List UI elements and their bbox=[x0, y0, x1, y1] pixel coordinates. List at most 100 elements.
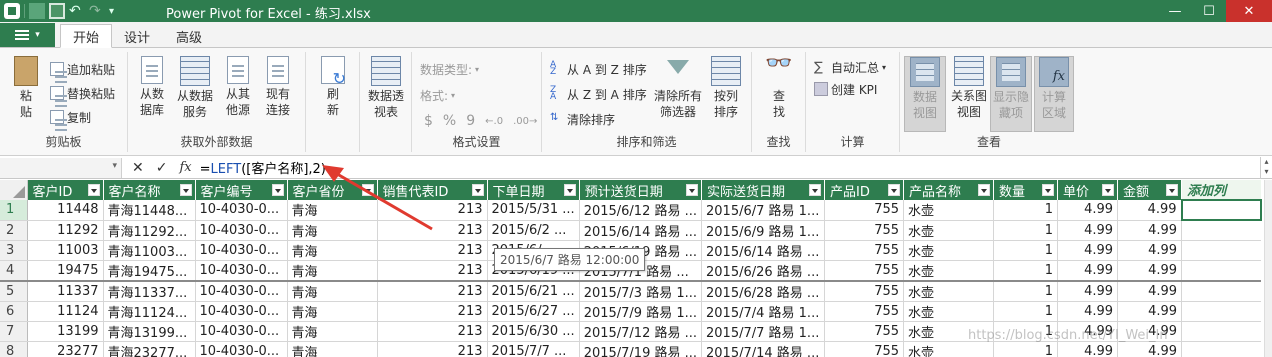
formula-input[interactable]: =LEFT([客户名称],2) bbox=[200, 158, 326, 177]
sort-by-column-button[interactable]: 按列 排序 bbox=[706, 56, 746, 120]
table-cell[interactable]: 755 bbox=[824, 341, 905, 357]
column-header[interactable]: 下单日期 bbox=[487, 180, 580, 200]
copy-button[interactable]: 复制 bbox=[50, 108, 91, 126]
table-cell[interactable]: 755 bbox=[824, 200, 905, 221]
sort-z-to-a-button[interactable]: ZA 从 Z 到 A 排序 bbox=[550, 85, 647, 103]
from-database-button[interactable]: 从数 据库 bbox=[134, 56, 170, 118]
table-cell[interactable]: 2015/7/7 路易 1... bbox=[701, 321, 826, 342]
table-cell[interactable]: 755 bbox=[824, 260, 905, 281]
column-header[interactable]: 客户编号 bbox=[195, 180, 288, 200]
table-cell[interactable]: 2015/6/27 ... bbox=[487, 301, 580, 322]
find-button[interactable]: 查 找 bbox=[762, 56, 796, 120]
table-cell[interactable]: 2015/7/12 路易 ... bbox=[579, 321, 703, 342]
table-cell[interactable]: 213 bbox=[377, 260, 488, 281]
qat-customize-icon[interactable]: ▾ bbox=[109, 6, 114, 17]
column-filter-icon[interactable] bbox=[686, 184, 699, 196]
tab-design[interactable]: 设计 bbox=[112, 24, 162, 48]
table-cell[interactable]: 11337 bbox=[27, 279, 104, 302]
column-filter-icon[interactable] bbox=[1102, 184, 1115, 196]
table-cell[interactable]: 4.99 bbox=[1057, 200, 1119, 221]
table-cell[interactable]: 2015/7/3 路易 1... bbox=[579, 279, 703, 302]
table-cell[interactable]: 4.99 bbox=[1057, 240, 1119, 261]
from-other-sources-button[interactable]: 从其 他源 bbox=[220, 56, 256, 118]
autosum-button[interactable]: ∑ 自动汇总 ▾ bbox=[814, 58, 886, 76]
table-cell[interactable]: 4.99 bbox=[1057, 260, 1119, 281]
close-button[interactable]: ✕ bbox=[1226, 0, 1272, 22]
column-header[interactable]: 客户ID bbox=[27, 180, 104, 200]
table-cell[interactable]: 水壶 bbox=[903, 200, 995, 221]
file-menu-button[interactable]: ▾ bbox=[0, 23, 55, 47]
table-cell[interactable]: 水壶 bbox=[903, 220, 995, 241]
diagram-view-button[interactable]: 关系图 视图 bbox=[948, 56, 990, 120]
insert-function-icon[interactable]: fx bbox=[179, 160, 191, 175]
table-cell[interactable]: 10-4030-0... bbox=[195, 279, 288, 302]
add-column-cell[interactable] bbox=[1181, 301, 1261, 322]
format-dropdown[interactable]: 格式: ▾ bbox=[420, 86, 455, 104]
table-cell[interactable]: 2015/6/14 路易 ... bbox=[579, 220, 703, 241]
powerpivot-app-icon[interactable] bbox=[4, 3, 20, 19]
column-filter-icon[interactable] bbox=[978, 184, 991, 196]
table-cell[interactable]: 青海 bbox=[287, 240, 378, 261]
table-cell[interactable]: 213 bbox=[377, 341, 488, 357]
table-cell[interactable]: 2015/6/14 路易 ... bbox=[701, 240, 826, 261]
column-header[interactable]: 客户名称 bbox=[103, 180, 196, 200]
add-column-cell[interactable] bbox=[1180, 199, 1262, 221]
table-cell[interactable]: 2015/6/7 路易 1... bbox=[701, 200, 826, 221]
table-cell[interactable]: 4.99 bbox=[1057, 220, 1119, 241]
increase-decimal-icon[interactable]: ←.0 bbox=[485, 116, 503, 127]
table-cell[interactable]: 青海 bbox=[287, 200, 378, 221]
refresh-button[interactable]: 刷 新 bbox=[316, 56, 350, 118]
column-header[interactable]: 销售代表ID bbox=[377, 180, 488, 200]
table-cell[interactable]: 青海 bbox=[287, 301, 378, 322]
select-all-corner[interactable] bbox=[0, 180, 28, 200]
table-cell[interactable]: 水壶 bbox=[903, 341, 995, 357]
percent-button[interactable]: % bbox=[443, 113, 456, 129]
table-cell[interactable]: 4.99 bbox=[1117, 260, 1183, 281]
table-cell[interactable]: 2015/6/9 路易 1... bbox=[701, 220, 826, 241]
table-cell[interactable]: 2015/6/21 ... bbox=[487, 279, 580, 302]
table-cell[interactable]: 青海 bbox=[287, 220, 378, 241]
table-cell[interactable]: 11448 bbox=[27, 200, 104, 221]
row-number[interactable]: 8 bbox=[0, 341, 28, 357]
add-column-cell[interactable] bbox=[1181, 220, 1261, 241]
table-cell[interactable]: 10-4030-0... bbox=[195, 341, 288, 357]
row-number[interactable]: 2 bbox=[0, 220, 28, 241]
tab-home[interactable]: 开始 bbox=[60, 24, 113, 48]
excel-switch-icon[interactable] bbox=[29, 3, 45, 19]
column-header[interactable]: 产品ID bbox=[824, 180, 905, 200]
table-cell[interactable]: 青海23277... bbox=[103, 341, 196, 357]
table-cell[interactable]: 2015/7/19 路易 ... bbox=[579, 341, 703, 357]
column-filter-icon[interactable] bbox=[471, 184, 484, 196]
table-cell[interactable]: 2015/5/31 ... bbox=[487, 200, 580, 221]
vertical-scrollbar[interactable] bbox=[1264, 180, 1272, 357]
table-cell[interactable]: 213 bbox=[377, 301, 488, 322]
table-cell[interactable]: 2015/7/14 路易 ... bbox=[701, 341, 826, 357]
cancel-formula-icon[interactable]: ✕ bbox=[132, 160, 144, 176]
column-filter-icon[interactable] bbox=[87, 184, 100, 196]
table-cell[interactable]: 4.99 bbox=[1117, 220, 1183, 241]
table-cell[interactable]: 青海11292... bbox=[103, 220, 196, 241]
table-cell[interactable]: 10-4030-0... bbox=[195, 260, 288, 281]
table-cell[interactable]: 4.99 bbox=[1117, 200, 1183, 221]
table-cell[interactable]: 19475 bbox=[27, 260, 104, 281]
table-cell[interactable]: 2015/6/2 ... bbox=[487, 220, 580, 241]
name-box[interactable]: ▾ bbox=[0, 157, 122, 178]
table-cell[interactable]: 755 bbox=[824, 220, 905, 241]
table-cell[interactable]: 10-4030-0... bbox=[195, 200, 288, 221]
table-cell[interactable]: 青海11337... bbox=[103, 279, 196, 302]
table-cell[interactable]: 4.99 bbox=[1117, 301, 1183, 322]
table-cell[interactable]: 4.99 bbox=[1117, 240, 1183, 261]
currency-button[interactable]: $ bbox=[424, 113, 433, 129]
append-paste-button[interactable]: 追加粘贴 bbox=[50, 60, 115, 78]
table-cell[interactable]: 水壶 bbox=[903, 301, 995, 322]
sort-a-to-z-button[interactable]: AZ 从 A 到 Z 排序 bbox=[550, 60, 647, 78]
column-filter-icon[interactable] bbox=[563, 184, 576, 196]
column-header[interactable]: 数量 bbox=[993, 180, 1059, 200]
table-cell[interactable]: 755 bbox=[824, 240, 905, 261]
data-type-dropdown[interactable]: 数据类型: ▾ bbox=[420, 60, 479, 78]
column-filter-icon[interactable] bbox=[1042, 184, 1055, 196]
table-cell[interactable]: 213 bbox=[377, 220, 488, 241]
enter-formula-icon[interactable]: ✓ bbox=[156, 160, 168, 176]
tab-advanced[interactable]: 高级 bbox=[164, 24, 214, 48]
add-column-cell[interactable] bbox=[1181, 341, 1261, 357]
